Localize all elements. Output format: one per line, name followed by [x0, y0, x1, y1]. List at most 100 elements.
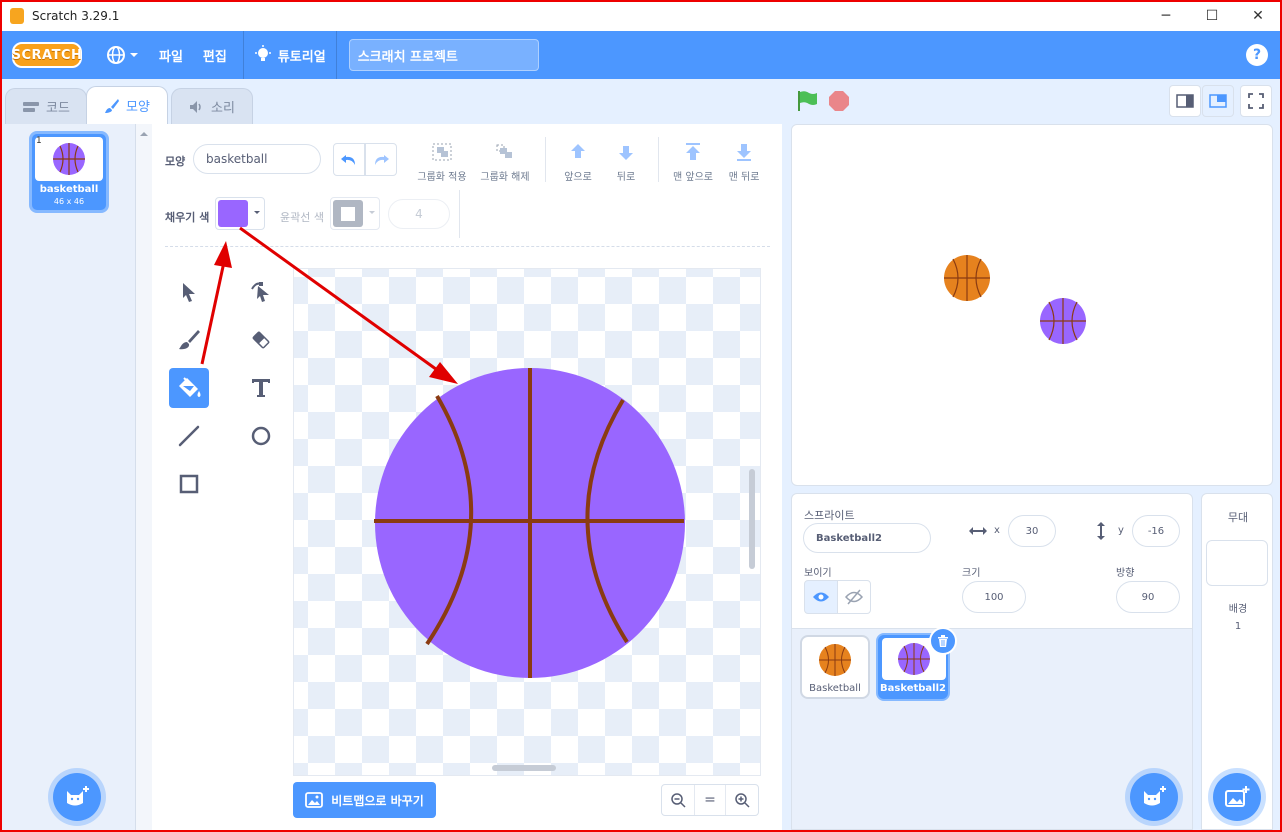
stage-thumbnail: [1206, 540, 1268, 586]
undo-button[interactable]: [333, 143, 365, 176]
scratch-logo[interactable]: SCRATCH: [12, 42, 82, 68]
hide-sprite-button[interactable]: [837, 580, 871, 614]
backward-button[interactable]: 뒤로: [604, 142, 648, 183]
back-label: 맨 뒤로: [728, 172, 760, 183]
sprite-tile-name: Basketball2: [880, 683, 946, 694]
outline-color-swatch: [333, 200, 363, 227]
file-menu[interactable]: 파일: [149, 31, 193, 79]
project-title-input[interactable]: 스크래치 프로젝트: [348, 39, 539, 71]
eye-icon: [813, 592, 829, 602]
ungroup-button[interactable]: 그룹화 해제: [477, 142, 533, 183]
caret-down-icon: [369, 211, 375, 214]
show-sprite-button[interactable]: [804, 580, 838, 614]
sprite-thumbnail: [806, 640, 864, 680]
forward-label: 앞으로: [564, 172, 592, 183]
stage-sprite-basketball[interactable]: [943, 254, 991, 302]
line-tool[interactable]: [169, 416, 209, 456]
y-position-input[interactable]: -16: [1132, 515, 1180, 547]
backward-label: 뒤로: [616, 172, 636, 183]
circle-tool[interactable]: [241, 416, 281, 456]
x-label: x: [994, 525, 1000, 536]
zoom-controls: =: [661, 784, 759, 816]
rectangle-tool[interactable]: [169, 464, 209, 504]
redo-button[interactable]: [365, 143, 397, 176]
language-menu[interactable]: [96, 31, 149, 79]
choose-sprite-button[interactable]: [1130, 773, 1178, 821]
zoom-in-button[interactable]: [726, 785, 758, 815]
normal-stage-button[interactable]: [1202, 85, 1234, 117]
basketball-orange-icon: [819, 644, 851, 676]
back-button[interactable]: 맨 뒤로: [722, 142, 766, 183]
fullscreen-button[interactable]: [1240, 85, 1272, 117]
toolbar-divider: [545, 137, 546, 182]
menu-bar: SCRATCH 파일 편집 튜토리얼 스크래치 프로젝트 ?: [0, 31, 1282, 79]
zoom-out-button[interactable]: [662, 785, 694, 815]
tab-sounds[interactable]: 소리: [171, 88, 253, 124]
convert-to-bitmap-button[interactable]: 비트맵으로 바꾸기: [293, 782, 436, 818]
paint-canvas[interactable]: [293, 268, 761, 776]
caret-down-icon: [130, 53, 138, 57]
basketball-thumbnail-icon: [53, 143, 85, 175]
canvas-horizontal-scrollbar[interactable]: [492, 765, 556, 771]
text-t-icon: [252, 379, 270, 397]
ungroup-icon: [496, 144, 512, 158]
sprite-tile[interactable]: Basketball: [800, 635, 870, 699]
zoom-reset-button[interactable]: =: [694, 785, 726, 815]
outline-width-input[interactable]: 4: [388, 199, 450, 229]
costume-size: 46 x 46: [53, 197, 85, 206]
convert-to-bitmap-label: 비트맵으로 바꾸기: [331, 793, 424, 808]
choose-backdrop-button[interactable]: [1213, 773, 1261, 821]
group-button[interactable]: 그룹화 적용: [414, 142, 470, 183]
front-button[interactable]: 맨 앞으로: [668, 142, 718, 183]
rectangle-icon: [179, 474, 199, 494]
y-label: y: [1118, 525, 1124, 536]
size-input[interactable]: 100: [962, 581, 1026, 613]
redo-icon: [375, 154, 389, 165]
globe-icon: [107, 46, 125, 64]
eraser-tool[interactable]: [241, 320, 281, 360]
direction-input[interactable]: 90: [1116, 581, 1180, 613]
costume-number: 1: [36, 136, 42, 146]
fill-color-label: 채우기 색: [165, 211, 210, 224]
small-stage-button[interactable]: [1169, 85, 1201, 117]
text-tool[interactable]: [241, 368, 281, 408]
sprite-name-input[interactable]: Basketball2: [803, 523, 931, 553]
basketball-costume[interactable]: [294, 269, 761, 776]
scroll-up-arrow-icon[interactable]: [136, 128, 152, 140]
brush-tool[interactable]: [169, 320, 209, 360]
costume-item[interactable]: 1 basketball 46 x 46: [29, 131, 109, 213]
forward-button[interactable]: 앞으로: [556, 142, 600, 183]
stage-sprite-basketball2[interactable]: [1039, 297, 1087, 345]
stage[interactable]: [791, 124, 1273, 486]
tutorials-menu[interactable]: 튜토리얼: [244, 31, 336, 79]
fill-color-picker[interactable]: [215, 197, 265, 230]
canvas-vertical-scrollbar[interactable]: [749, 469, 755, 569]
costume-name-input[interactable]: basketball: [193, 144, 321, 174]
brush-icon: [179, 330, 200, 350]
caret-down-icon: [254, 211, 260, 214]
select-tool[interactable]: [169, 272, 209, 312]
choose-costume-button[interactable]: [53, 773, 101, 821]
backdrops-count: 1: [1234, 621, 1242, 632]
ungroup-label: 그룹화 해제: [480, 172, 530, 183]
help-button[interactable]: ?: [1246, 44, 1268, 66]
x-position-input[interactable]: 30: [1008, 515, 1056, 547]
delete-sprite-button[interactable]: [929, 627, 957, 655]
tab-code[interactable]: 코드: [5, 88, 87, 124]
maximize-button[interactable]: ☐: [1189, 0, 1235, 31]
green-flag-icon[interactable]: [795, 89, 819, 113]
edit-menu[interactable]: 편집: [193, 31, 237, 79]
minimize-button[interactable]: ─: [1143, 0, 1189, 31]
stop-icon[interactable]: [827, 89, 851, 113]
outline-color-picker[interactable]: [330, 197, 380, 230]
scratch-app-icon: [10, 7, 24, 24]
zoom-out-icon: [671, 793, 686, 808]
tab-costumes[interactable]: 모양: [86, 86, 168, 124]
undo-icon: [341, 154, 355, 165]
backward-icon: [619, 146, 633, 160]
cat-add-icon: [1144, 786, 1166, 806]
fill-tool[interactable]: [169, 368, 209, 408]
close-window-button[interactable]: ✕: [1235, 0, 1281, 31]
reshape-tool[interactable]: [241, 272, 281, 312]
costume-thumbnail: [35, 137, 103, 181]
